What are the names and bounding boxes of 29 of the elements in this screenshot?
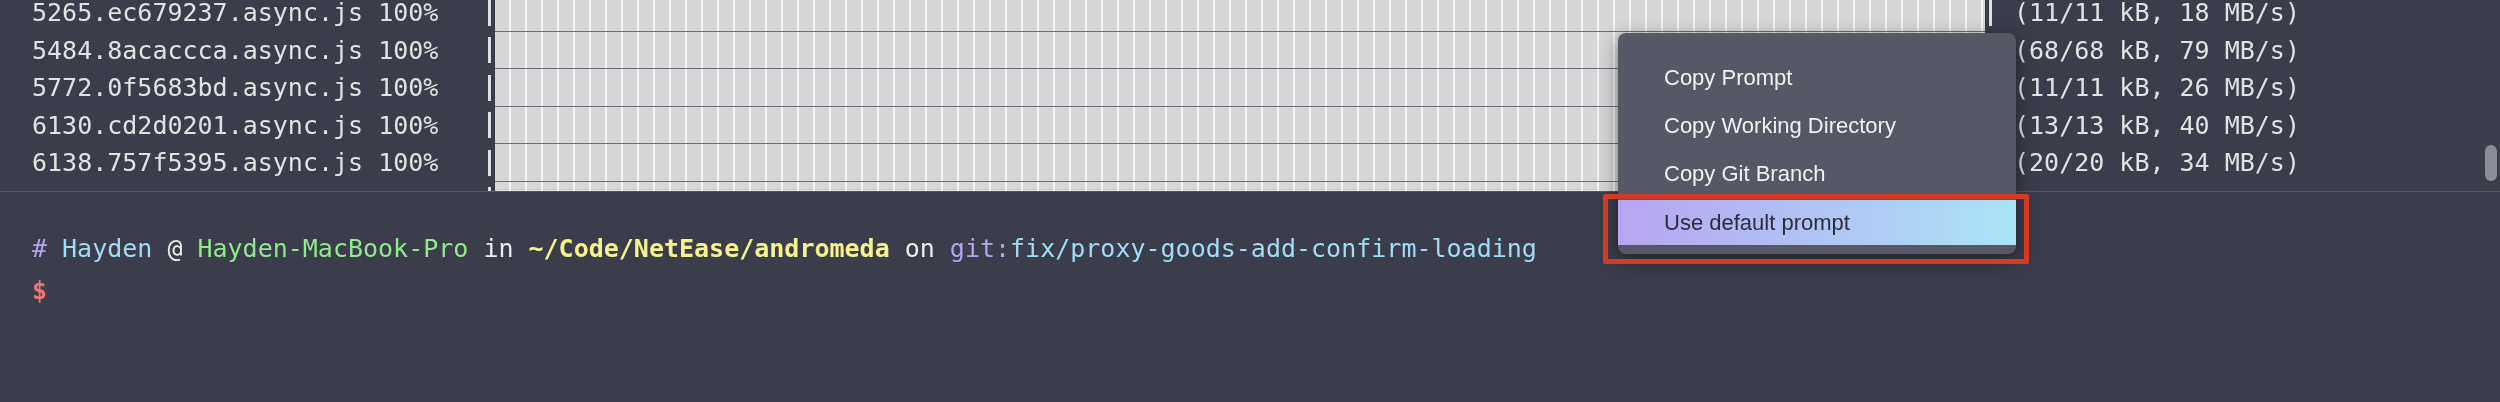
percent-text: 100% xyxy=(378,72,439,104)
scrollbar-thumb xyxy=(2485,145,2497,181)
transfer-stats: (11/11 kB, 26 MB/s) xyxy=(2014,72,2300,104)
prompt-symbol: # xyxy=(32,233,48,265)
prompt-host: Hayden-MacBook-Pro xyxy=(197,233,469,265)
transfer-stats: (68/68 kB, 79 MB/s) xyxy=(2014,34,2300,67)
file-name: 5484.8acaccca.async.js xyxy=(32,34,364,67)
prompt-user: Hayden xyxy=(62,233,153,265)
transfer-stats: (13/13 kB, 40 MB/s) xyxy=(2014,109,2300,142)
percent-text: 100% xyxy=(378,109,439,142)
percent-text: 100% xyxy=(378,34,439,67)
prompt-branch: git:fix/proxy-goods-add-confirm-loading xyxy=(949,233,1537,265)
transfer-stats: (20/20 kB, 34 MB/s) xyxy=(2014,147,2300,179)
prompt-plain: on xyxy=(904,233,935,265)
prompt-plain: @ xyxy=(167,233,183,265)
percent-text: 100% xyxy=(378,0,439,29)
percent-text: 100% xyxy=(378,147,439,179)
prompt-path: ~/Code/NetEase/andromeda xyxy=(528,233,890,265)
file-name: 5772.0f5683bd.async.js xyxy=(32,72,364,104)
file-name: 6130.cd2d0201.async.js xyxy=(32,109,364,142)
menu-item[interactable]: Use default prompt xyxy=(1618,200,2016,245)
file-name: 5265.ec679237.async.js xyxy=(32,0,364,29)
menu-item[interactable]: Copy Prompt xyxy=(1618,53,2016,101)
menu-item[interactable]: Copy Git Branch xyxy=(1618,149,2016,197)
prompt-cursor: $ xyxy=(32,274,48,307)
prompt-plain: in xyxy=(483,233,514,265)
transfer-stats: (11/11 kB, 18 MB/s) xyxy=(2014,0,2300,29)
menu-item[interactable]: Copy Working Directory xyxy=(1618,101,2016,149)
file-name: 6138.757f5395.async.js xyxy=(32,147,364,179)
